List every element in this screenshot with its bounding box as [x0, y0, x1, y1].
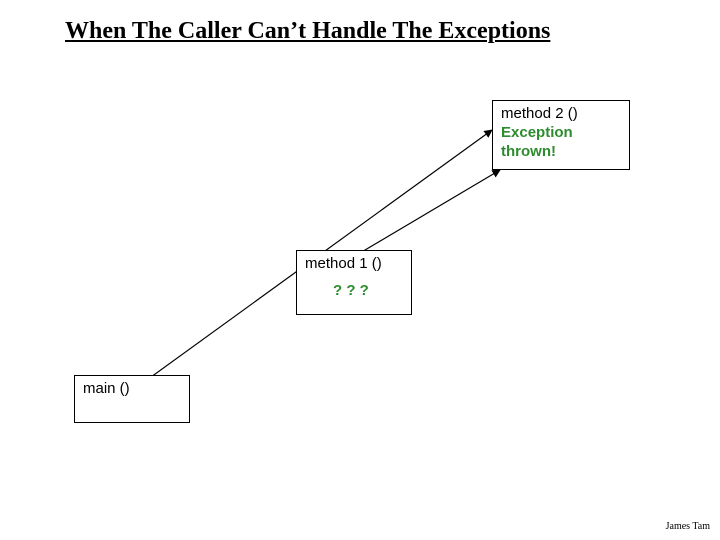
main-label: main (): [83, 380, 181, 397]
box-main: main (): [74, 375, 190, 423]
box-method1: method 1 () ? ? ?: [296, 250, 412, 315]
method2-exception-line1: Exception: [501, 124, 621, 141]
slide-title: When The Caller Can’t Handle The Excepti…: [65, 18, 550, 45]
box-method2: method 2 () Exception thrown!: [492, 100, 630, 170]
footer-credit: James Tam: [666, 521, 710, 532]
method1-question: ? ? ?: [305, 272, 403, 299]
method2-exception-line2: thrown!: [501, 143, 621, 160]
method1-label: method 1 (): [305, 255, 403, 272]
method2-label: method 2 (): [501, 105, 621, 122]
